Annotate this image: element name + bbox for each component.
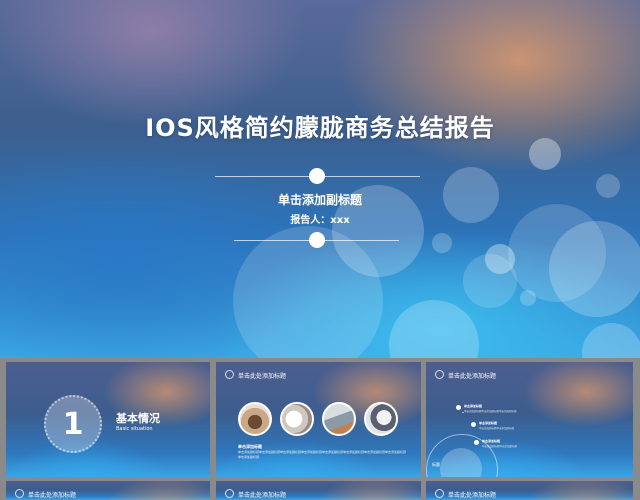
slide-thumbnail-3[interactable]: 单击此处添加标题 标题 单击添加标题 单击添加副标题单击添加副标题单击添加副标题… <box>426 362 633 477</box>
section-label: 基本情况 <box>116 412 160 425</box>
slide-thumbnail-6[interactable]: 单击此处添加标题 <box>426 481 633 500</box>
slide-title[interactable]: IOS风格简约朦胧商务总结报告 <box>0 108 640 143</box>
item-text: 单击添加副标题单击添加副标题 <box>482 445 518 448</box>
item-heading: 单击添加标题 <box>482 439 501 443</box>
divider-dot <box>309 232 325 248</box>
logo-icon <box>225 489 234 498</box>
text-body: 单击添加副标题单击添加副标题单击添加副标题单击添加副标题单击添加副标题单击添加副… <box>238 450 407 459</box>
bokeh-circle <box>432 233 452 253</box>
bokeh-circle <box>389 300 479 358</box>
logo-icon <box>435 370 444 379</box>
diagram-node <box>471 422 476 427</box>
title-slide[interactable]: IOS风格简约朦胧商务总结报告 单击添加副标题 报告人：xxx <box>0 0 640 358</box>
logo-icon <box>225 370 234 379</box>
diagram-node <box>456 405 461 410</box>
keyboard-photo <box>322 402 356 436</box>
thumbnail-title: 单击此处添加标题 <box>28 492 77 499</box>
thumbnail-title: 单击此处添加标题 <box>448 492 497 499</box>
slide-thumbnail-5[interactable]: 单击此处添加标题 <box>216 481 421 500</box>
slide-thumbnail-4[interactable]: 单击此处添加标题 <box>6 481 210 500</box>
item-text: 单击添加副标题单击添加副标题单击添加副标题 <box>464 410 517 413</box>
presenter-text[interactable]: 报告人：xxx <box>0 211 640 226</box>
slide-thumbnail-2[interactable]: 单击此处添加标题 单击添加标题 单击添加副标题单击添加副标题单击添加副标题单击添… <box>216 362 421 477</box>
item-heading: 单击添加标题 <box>464 404 483 408</box>
diagram-node <box>474 440 479 445</box>
section-sublabel: Basic situation <box>116 426 153 432</box>
item-text: 单击添加副标题单击添加副标题 <box>479 427 515 430</box>
bokeh-circle <box>520 290 536 306</box>
desk-photo <box>280 402 314 436</box>
divider-dot <box>309 168 325 184</box>
paper-clip-photo <box>238 402 272 436</box>
slide-thumbnail-1[interactable]: 1 基本情况 Basic situation <box>6 362 210 477</box>
bokeh-circle <box>549 221 640 317</box>
thumbnail-title: 单击此处添加标题 <box>448 373 497 380</box>
section-number: 1 <box>44 395 102 453</box>
logo-icon <box>435 489 444 498</box>
diagram-tag: 标题 <box>432 462 440 467</box>
workspace-photo <box>364 402 398 436</box>
thumbnail-title: 单击此处添加标题 <box>238 492 287 499</box>
logo-icon <box>15 489 24 498</box>
slide-subtitle[interactable]: 单击添加副标题 <box>0 191 640 208</box>
bokeh-circle <box>463 254 517 308</box>
thumbnail-title: 单击此处添加标题 <box>238 373 287 380</box>
bokeh-circle <box>582 323 640 358</box>
item-heading: 单击添加标题 <box>479 421 498 425</box>
